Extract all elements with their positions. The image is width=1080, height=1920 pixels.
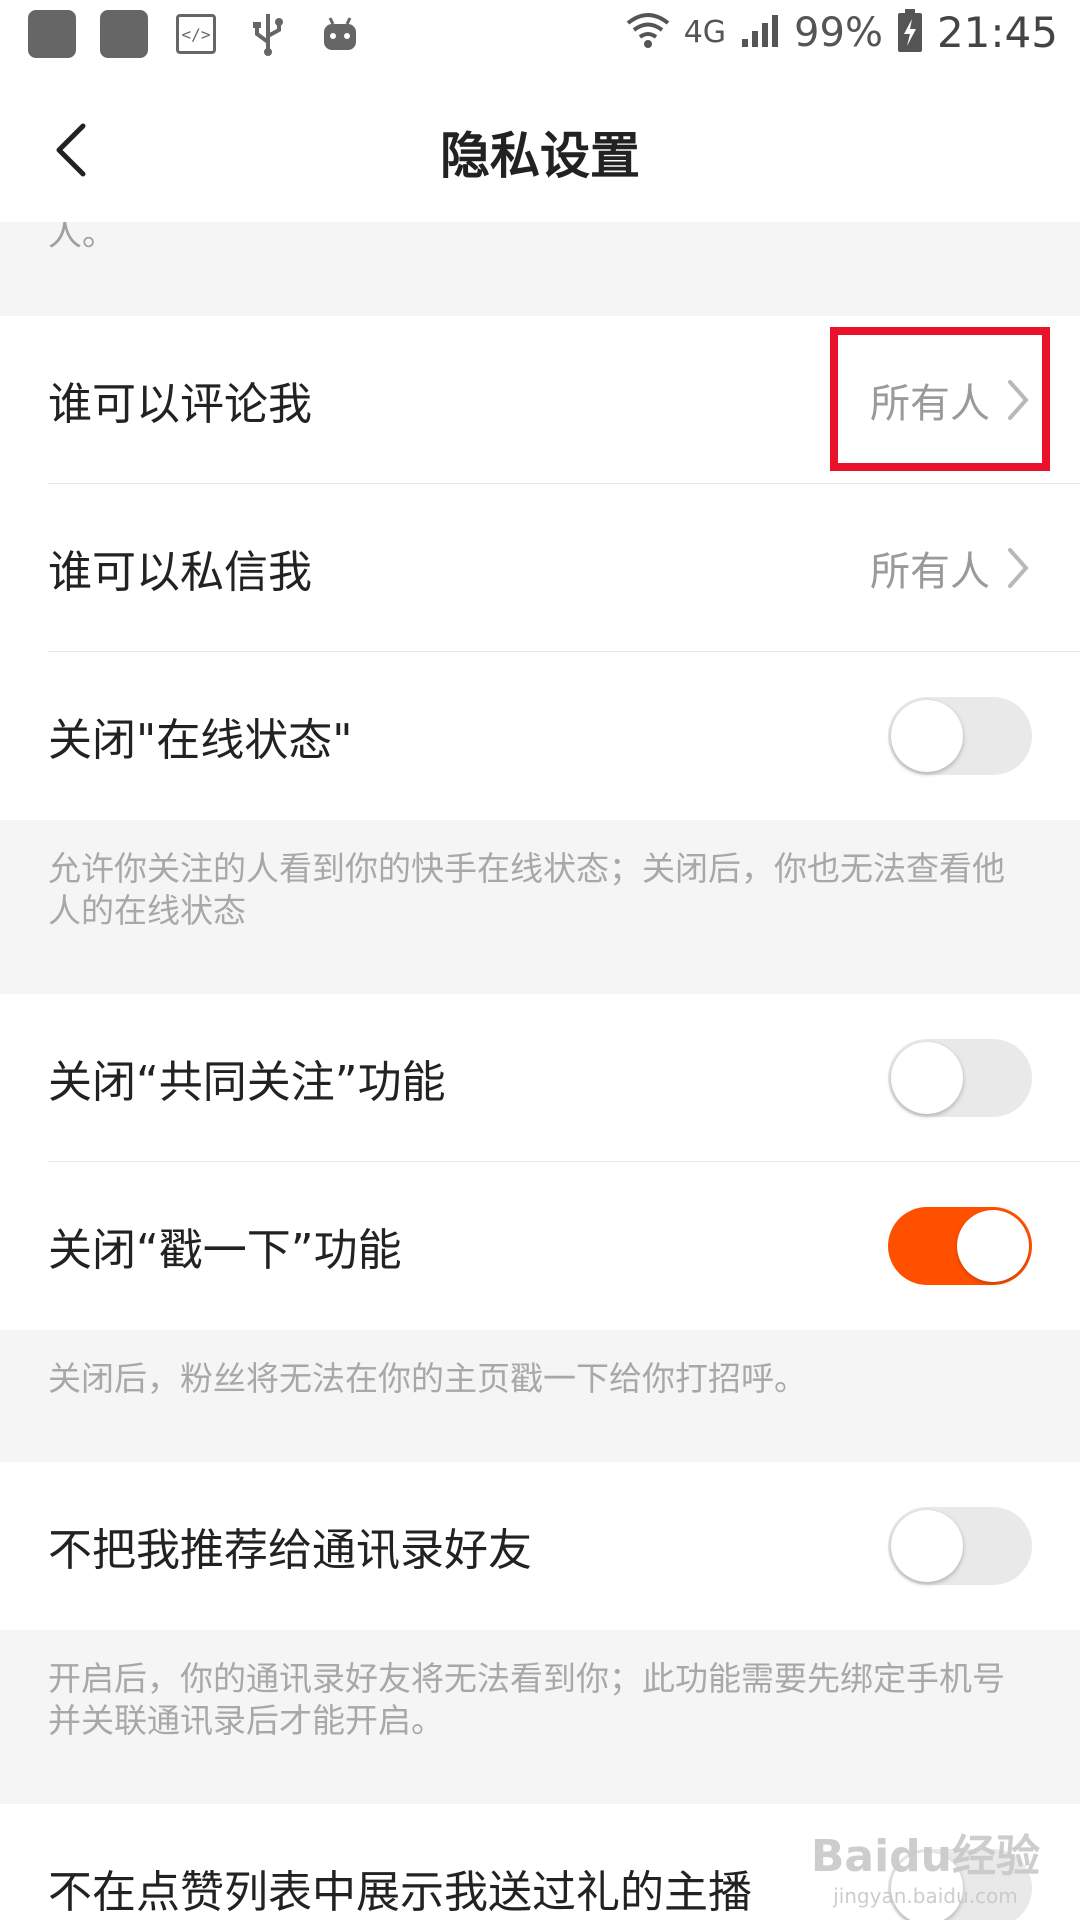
poke-description: 关闭后，粉丝将无法在你的主页戳一下给你打招呼。 [0,1330,1080,1462]
contacts-description: 开启后，你的通讯录好友将无法看到你；此功能需要先绑定手机号并关联通讯录后才能开启… [0,1630,1080,1804]
section-description: 人。 [0,222,1080,316]
status-bar: </> 4G 99% 21:45 [0,0,1080,76]
page-title: 隐私设置 [440,127,640,185]
watermark-url: jingyan.baidu.com [833,1884,1018,1908]
setting-row-online-status: 关闭"在线状态" [0,652,1080,820]
setting-row-contacts: 不把我推荐给通讯录好友 [0,1462,1080,1630]
online-status-description: 允许你关注的人看到你的快手在线状态；关闭后，你也无法查看他人的在线状态 [0,820,1080,994]
signal-icon [740,13,780,53]
description-text: 人。 [48,222,116,254]
nav-bar: 隐私设置 [0,76,1080,223]
poke-toggle[interactable] [888,1207,1032,1285]
toggle-knob [891,1510,963,1582]
toggle-knob [891,1042,963,1114]
setting-row-mutual-follow: 关闭“共同关注”功能 [0,994,1080,1162]
setting-label: 谁可以私信我 [48,547,312,598]
clock: 21:45 [936,8,1058,57]
battery-charging-icon [897,8,923,57]
setting-label: 关闭"在线状态" [48,715,353,766]
setting-row-message[interactable]: 谁可以私信我 所有人 [0,484,1080,652]
setting-label: 不在点赞列表中展示我送过礼的主播 [48,1867,752,1918]
network-type: 4G [683,15,727,50]
setting-label: 不把我推荐给通讯录好友 [48,1525,532,1576]
setting-label: 谁可以评论我 [48,379,312,430]
code-icon: </> [172,10,220,58]
settings-list[interactable]: 人。 谁可以评论我 所有人 谁可以私信我 所有人 关闭"在线状态" 允许你关注的… [0,222,1080,1920]
battery-percent: 99% [794,9,883,56]
notification-icon [100,10,148,58]
watermark: Baidu经验 jingyan.baidu.com [811,1820,1040,1908]
chevron-right-icon [1008,548,1029,588]
toggle-knob [891,700,963,772]
notification-icon [28,10,76,58]
setting-label: 关闭“共同关注”功能 [48,1057,446,1108]
highlight-box [830,327,1050,471]
watermark-logo: Baidu经验 [810,1831,1040,1882]
toggle-knob [957,1210,1029,1282]
android-icon [316,10,364,58]
setting-value: 所有人 [870,549,990,595]
setting-row-poke: 关闭“戳一下”功能 [0,1162,1080,1330]
contacts-toggle[interactable] [888,1507,1032,1585]
usb-icon [244,10,292,58]
setting-label: 关闭“戳一下”功能 [48,1225,402,1276]
online-status-toggle[interactable] [888,697,1032,775]
mutual-follow-toggle[interactable] [888,1039,1032,1117]
wifi-icon [626,11,670,55]
